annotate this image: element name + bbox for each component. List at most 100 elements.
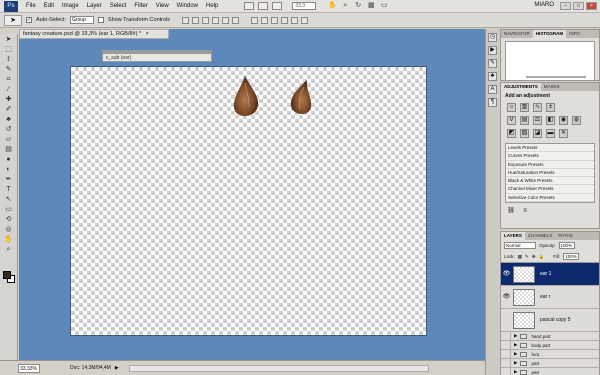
- zoom-icon[interactable]: ⌕: [341, 2, 349, 10]
- tab-layers[interactable]: LAYERS: [501, 232, 525, 240]
- arrange-documents-icon[interactable]: ▦: [367, 2, 375, 10]
- menu-select[interactable]: Select: [106, 0, 131, 13]
- layer-row[interactable]: pascal copy 5: [501, 309, 599, 332]
- expand-arrow-icon[interactable]: ▶: [514, 351, 517, 357]
- shape-tool-icon[interactable]: ▭: [3, 205, 15, 214]
- foreground-color-swatch[interactable]: [3, 271, 11, 279]
- layer-group-row[interactable]: ▶ foot: [501, 350, 599, 359]
- expand-arrow-icon[interactable]: ▶: [514, 369, 517, 375]
- distribute-vcenter-icon[interactable]: [261, 16, 269, 24]
- align-vcenter-icon[interactable]: [192, 16, 200, 24]
- distribute-top-icon[interactable]: [251, 16, 259, 24]
- pen-tool-icon[interactable]: ✒: [3, 175, 15, 184]
- move-tool-icon[interactable]: ➤: [3, 35, 15, 44]
- horizontal-scrollbar[interactable]: [128, 364, 429, 372]
- layer-group-row[interactable]: ▶ hand part: [501, 332, 599, 341]
- tab-paths[interactable]: PATHS: [555, 232, 575, 240]
- auto-select-checkbox[interactable]: [26, 17, 32, 23]
- visibility-eye-icon[interactable]: 👁: [502, 293, 511, 302]
- 3d-orbit-tool-icon[interactable]: ◎: [3, 225, 15, 234]
- expand-arrow-icon[interactable]: ▶: [514, 342, 517, 348]
- brush-tool-icon[interactable]: ✐: [3, 105, 15, 114]
- minimize-icon[interactable]: –: [560, 2, 571, 10]
- adjustment-panel-menu-icon[interactable]: ≡: [521, 208, 529, 215]
- align-hcenter-icon[interactable]: [222, 16, 230, 24]
- brushes-panel-icon[interactable]: ✎: [488, 59, 497, 68]
- lasso-tool-icon[interactable]: ℓ: [3, 55, 15, 64]
- menu-view[interactable]: View: [152, 0, 173, 13]
- zoom-level-field[interactable]: 33,3: [292, 2, 317, 10]
- preset-selective-color[interactable]: Selective Color Presets: [506, 194, 594, 203]
- view-extras-icon[interactable]: [272, 2, 283, 10]
- screen-mode-icon[interactable]: ▭: [380, 2, 388, 10]
- preset-black-white[interactable]: Black & White Presets: [506, 177, 594, 186]
- distribute-bottom-icon[interactable]: [271, 16, 279, 24]
- threshold-icon[interactable]: ◪: [533, 129, 542, 138]
- paragraph-panel-icon[interactable]: ¶: [488, 98, 497, 107]
- move-tool-preset-icon[interactable]: ➤: [4, 14, 22, 26]
- hue-saturation-icon[interactable]: ▤: [520, 116, 529, 125]
- menu-file[interactable]: File: [22, 0, 40, 13]
- lock-pixels-icon[interactable]: ✎: [525, 254, 529, 260]
- history-brush-tool-icon[interactable]: ↺: [3, 125, 15, 134]
- bridge-icon[interactable]: [244, 2, 255, 10]
- tab-info[interactable]: INFO: [566, 30, 583, 38]
- tab-masks[interactable]: MASKS: [541, 83, 563, 91]
- preset-hue-saturation[interactable]: Hue/Saturation Presets: [506, 169, 594, 178]
- align-right-icon[interactable]: [232, 16, 240, 24]
- crop-tool-icon[interactable]: ⌗: [3, 75, 15, 84]
- mini-bridge-icon[interactable]: [258, 2, 269, 10]
- menu-filter[interactable]: Filter: [130, 0, 151, 13]
- dodge-tool-icon[interactable]: ◐: [3, 165, 15, 174]
- vibrance-icon[interactable]: V: [507, 116, 516, 125]
- selective-color-icon[interactable]: ✕: [559, 129, 568, 138]
- preset-exposure[interactable]: Exposure Presets: [506, 161, 594, 169]
- align-left-icon[interactable]: [212, 16, 220, 24]
- document-tab-close-icon[interactable]: ×: [146, 31, 149, 37]
- healing-tool-icon[interactable]: ✚: [3, 95, 15, 104]
- visibility-toggle-empty[interactable]: [502, 316, 511, 325]
- quick-select-tool-icon[interactable]: ✎: [3, 65, 15, 74]
- levels-icon[interactable]: ▥: [520, 103, 529, 112]
- layer-row[interactable]: 👁 ear r: [501, 286, 599, 309]
- tab-channels[interactable]: CHANNELS: [525, 232, 556, 240]
- preset-levels[interactable]: Levels Presets: [506, 144, 594, 153]
- zoom-tool-icon[interactable]: ⌕: [3, 245, 15, 254]
- character-panel-icon[interactable]: A: [488, 85, 497, 94]
- marquee-tool-icon[interactable]: ⬚: [3, 45, 15, 54]
- hand-tool-icon[interactable]: ✋: [3, 235, 15, 244]
- status-zoom-field[interactable]: 33,33%: [18, 363, 40, 373]
- path-selection-tool-icon[interactable]: ↖: [3, 195, 15, 204]
- align-bottom-icon[interactable]: [202, 16, 210, 24]
- lock-transparency-icon[interactable]: ▦: [518, 254, 522, 260]
- visibility-eye-icon[interactable]: 👁: [502, 270, 511, 279]
- tab-histogram[interactable]: HISTOGRAM: [532, 30, 567, 38]
- actions-panel-icon[interactable]: ▶: [488, 46, 497, 55]
- document-tab[interactable]: fantasy creature.psd @ 33,3% (ear 1, RGB…: [19, 29, 169, 39]
- layer-group-row[interactable]: ▶ body part: [501, 341, 599, 350]
- expand-arrow-icon[interactable]: ▶: [514, 333, 517, 339]
- lock-position-icon[interactable]: ✥: [532, 254, 536, 260]
- clip-to-layer-icon[interactable]: ⛓: [507, 208, 515, 215]
- gradient-tool-icon[interactable]: ▤: [3, 145, 15, 154]
- show-transform-checkbox[interactable]: [97, 17, 104, 23]
- menu-window[interactable]: Window: [173, 0, 202, 13]
- distribute-right-icon[interactable]: [301, 16, 309, 24]
- floating-palette[interactable]: c_sub (ear): [102, 50, 212, 62]
- layer-group-row[interactable]: ▶ part: [501, 368, 599, 375]
- brightness-contrast-icon[interactable]: ☼: [507, 103, 516, 112]
- menu-image[interactable]: Image: [58, 0, 83, 13]
- histogram-slider[interactable]: [526, 76, 586, 78]
- layer-row[interactable]: 👁 ear 1: [501, 263, 599, 286]
- eraser-tool-icon[interactable]: ▱: [3, 135, 15, 144]
- 3d-rotate-tool-icon[interactable]: ⟲: [3, 215, 15, 224]
- black-white-icon[interactable]: ◧: [546, 116, 555, 125]
- expand-arrow-icon[interactable]: ▶: [514, 360, 517, 366]
- posterize-icon[interactable]: ▨: [520, 129, 529, 138]
- preset-channel-mixer[interactable]: Channel Mixer Presets: [506, 185, 594, 194]
- gradient-map-icon[interactable]: ▬: [546, 129, 555, 138]
- visibility-toggle-empty[interactable]: [502, 341, 511, 349]
- hand-icon[interactable]: ✋: [328, 2, 337, 10]
- eyedropper-tool-icon[interactable]: ⁄: [3, 85, 15, 94]
- tab-adjustments[interactable]: ADJUSTMENTS: [501, 83, 541, 91]
